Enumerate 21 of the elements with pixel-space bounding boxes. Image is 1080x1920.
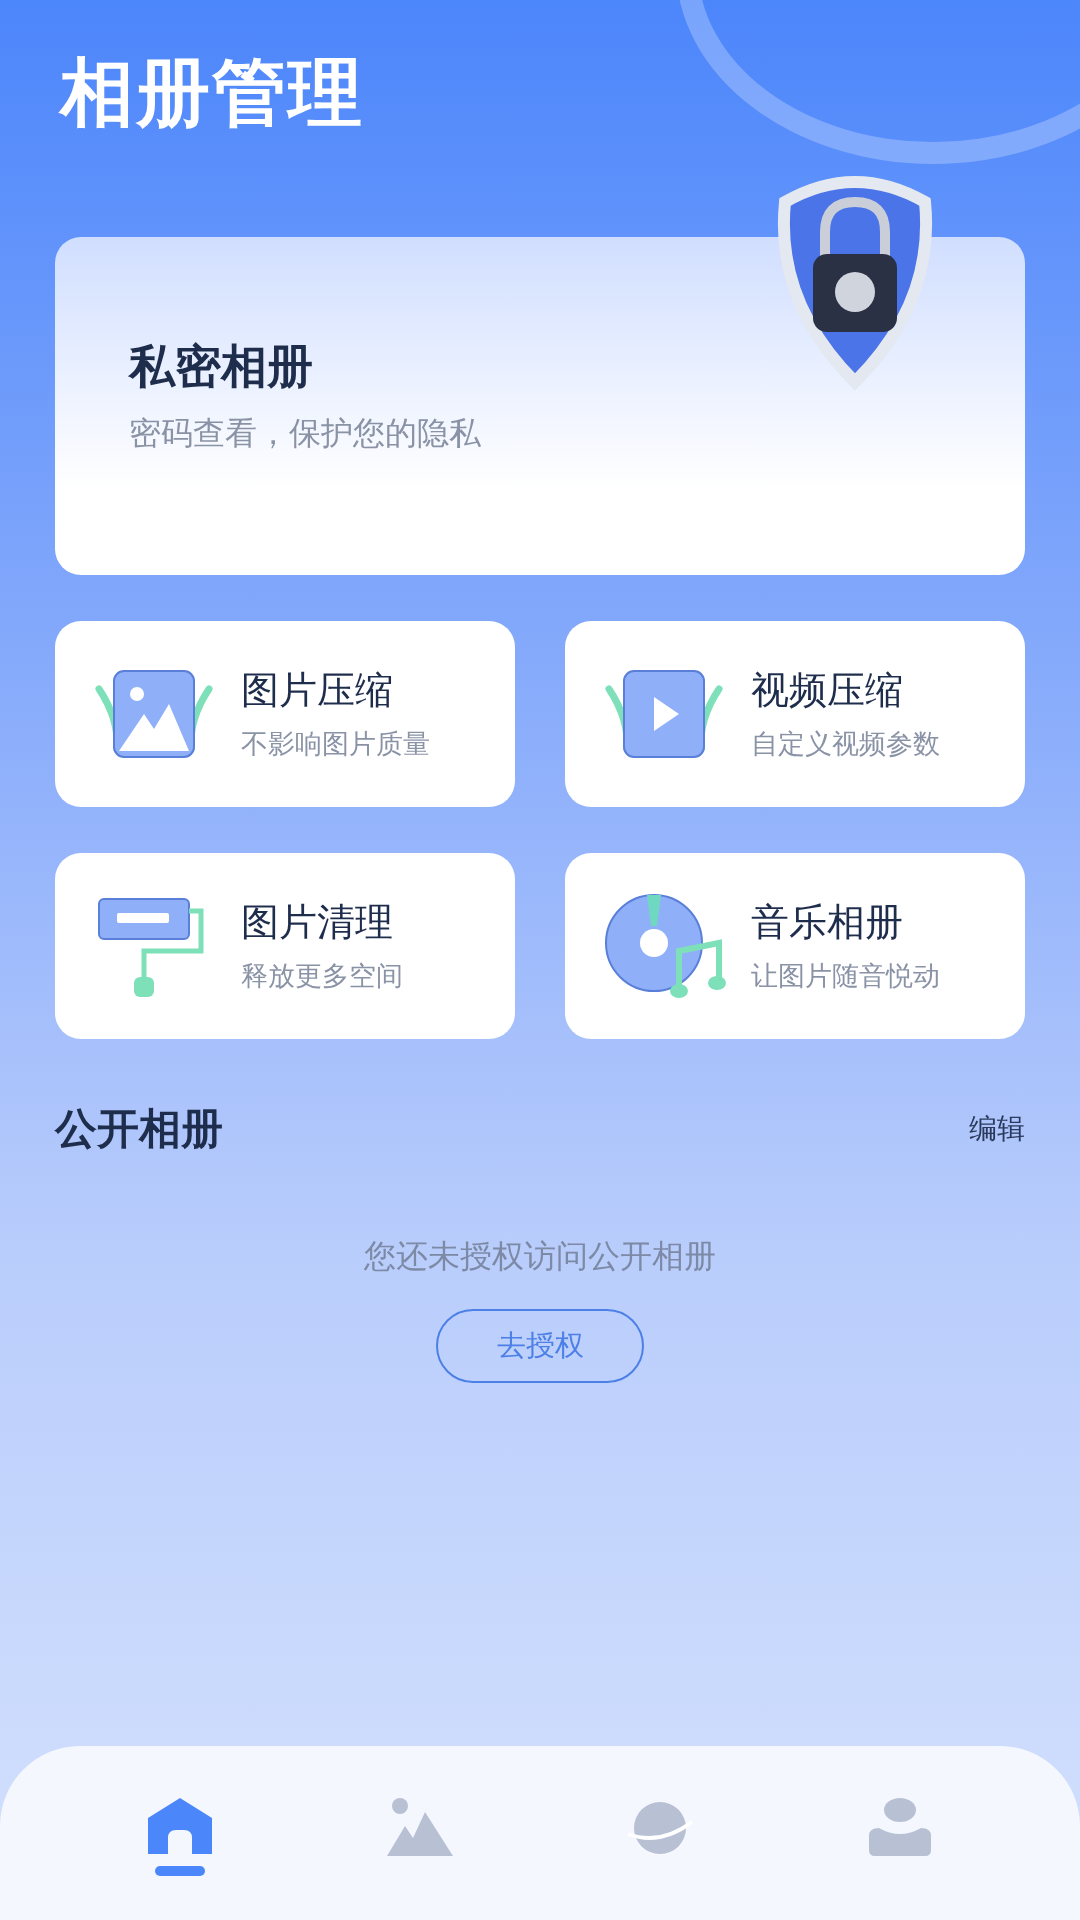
- page-title: 相册管理: [60, 48, 364, 137]
- empty-message: 您还未授权访问公开相册: [364, 1235, 716, 1277]
- feature-title: 图片清理: [241, 899, 394, 947]
- private-album-card[interactable]: 私密相册 密码查看，保护您的隐私: [55, 236, 1025, 575]
- feature-subtitle: 让图片随音悦动: [751, 959, 940, 994]
- edit-link[interactable]: 编辑: [969, 1109, 1025, 1148]
- mountain-icon[interactable]: [385, 1798, 455, 1858]
- feature-subtitle: 不影响图片质量: [241, 727, 430, 762]
- card-subtitle: 密码查看，保护您的隐私: [129, 412, 482, 454]
- feature-card[interactable]: 视频压缩 自定义视频参数: [565, 620, 1025, 807]
- feature-card[interactable]: 图片压缩 不影响图片质量: [55, 620, 515, 807]
- feature-subtitle: 释放更多空间: [241, 959, 403, 994]
- active-indicator: [155, 1866, 205, 1876]
- feature-card[interactable]: 图片清理 释放更多空间: [55, 852, 515, 1039]
- feature-title: 视频压缩: [751, 667, 904, 715]
- feature-title: 音乐相册: [751, 899, 904, 947]
- feature-card[interactable]: 音乐相册 让图片随音悦动: [565, 852, 1025, 1039]
- feature-subtitle: 自定义视频参数: [751, 727, 940, 762]
- section-title: 公开相册: [55, 1102, 223, 1155]
- feature-title: 图片压缩: [241, 667, 394, 715]
- card-title: 私密相册: [129, 337, 314, 395]
